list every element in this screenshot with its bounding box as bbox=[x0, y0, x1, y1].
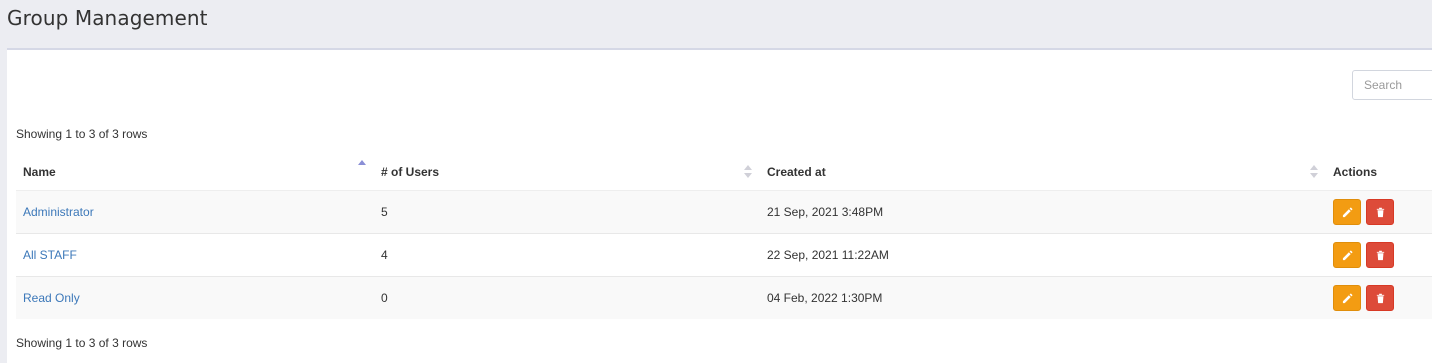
pagination-info-top: Showing 1 to 3 of 3 rows bbox=[16, 127, 148, 141]
page-title: Group Management bbox=[7, 6, 208, 30]
trash-icon bbox=[1377, 250, 1385, 260]
edit-button[interactable] bbox=[1333, 198, 1361, 225]
column-header-label: Created at bbox=[767, 164, 826, 179]
sort-ascending-icon bbox=[358, 160, 366, 180]
cell-name: Administrator bbox=[16, 189, 374, 233]
table-header-row: Name # of Users Created at Actions bbox=[16, 154, 1432, 191]
delete-button[interactable] bbox=[1366, 284, 1395, 311]
cell-name: Read Only bbox=[16, 275, 374, 319]
edit-button[interactable] bbox=[1333, 241, 1361, 268]
table-row: All STAFF 4 22 Sep, 2021 11:22AM bbox=[16, 232, 1432, 276]
column-header-created[interactable]: Created at bbox=[760, 154, 1326, 191]
table-row: Administrator 5 21 Sep, 2021 3:48PM bbox=[16, 189, 1432, 233]
pencil-icon bbox=[1342, 207, 1353, 217]
pagination-info-bottom: Showing 1 to 3 of 3 rows bbox=[16, 336, 148, 350]
edit-button[interactable] bbox=[1333, 284, 1361, 311]
cell-created: 22 Sep, 2021 11:22AM bbox=[760, 232, 1326, 276]
column-header-label: # of Users bbox=[381, 164, 440, 179]
cell-users: 4 bbox=[374, 232, 760, 276]
sort-icon bbox=[744, 164, 752, 180]
column-header-users[interactable]: # of Users bbox=[374, 154, 760, 191]
pencil-icon bbox=[1342, 250, 1353, 260]
groups-table: Name # of Users Created at Actions Admin… bbox=[16, 154, 1432, 319]
delete-button[interactable] bbox=[1366, 241, 1395, 268]
cell-name: All STAFF bbox=[16, 232, 374, 276]
group-list-panel: Showing 1 to 3 of 3 rows Name # of Users… bbox=[7, 48, 1432, 363]
cell-actions bbox=[1326, 275, 1432, 319]
cell-actions bbox=[1326, 232, 1432, 276]
cell-users: 0 bbox=[374, 275, 760, 319]
table-row: Read Only 0 04 Feb, 2022 1:30PM bbox=[16, 275, 1432, 319]
column-header-label: Name bbox=[23, 164, 56, 179]
column-header-label: Actions bbox=[1333, 164, 1378, 179]
search-input[interactable] bbox=[1352, 70, 1432, 100]
cell-actions bbox=[1326, 189, 1432, 233]
pencil-icon bbox=[1342, 293, 1353, 303]
column-header-name[interactable]: Name bbox=[16, 154, 374, 191]
group-name-link[interactable]: Administrator bbox=[23, 205, 94, 219]
cell-created: 04 Feb, 2022 1:30PM bbox=[760, 275, 1326, 319]
group-name-link[interactable]: Read Only bbox=[23, 291, 80, 305]
column-header-actions: Actions bbox=[1326, 154, 1432, 191]
delete-button[interactable] bbox=[1366, 198, 1395, 225]
cell-created: 21 Sep, 2021 3:48PM bbox=[760, 189, 1326, 233]
trash-icon bbox=[1377, 207, 1385, 217]
page-header: Group Management bbox=[0, 0, 1432, 48]
sort-icon bbox=[1310, 164, 1318, 180]
cell-users: 5 bbox=[374, 189, 760, 233]
trash-icon bbox=[1377, 293, 1385, 303]
group-name-link[interactable]: All STAFF bbox=[23, 248, 77, 262]
